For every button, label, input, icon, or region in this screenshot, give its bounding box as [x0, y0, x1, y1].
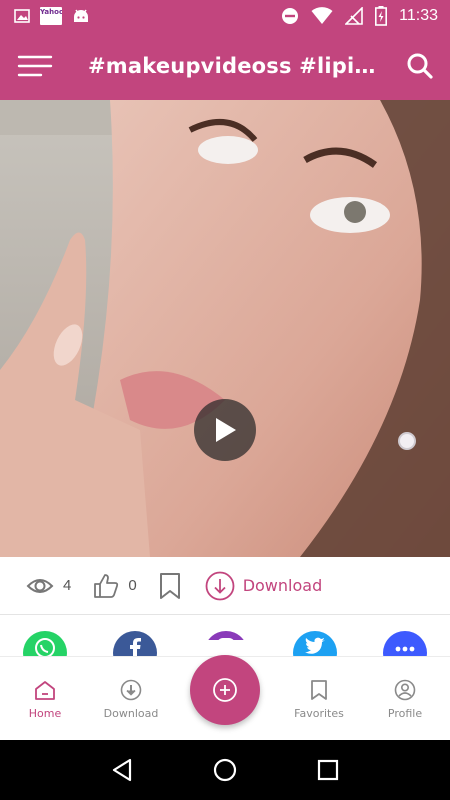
- likes-count: 0: [128, 577, 137, 594]
- yahoo-app-icon: Yahoo: [40, 7, 62, 25]
- nav-favorites[interactable]: Favorites: [274, 657, 364, 741]
- menu-button[interactable]: [0, 32, 70, 100]
- video-thumbnail: [0, 100, 450, 557]
- back-button[interactable]: [102, 750, 142, 790]
- nav-profile-label: Profile: [387, 706, 423, 720]
- views-counter: 4: [26, 576, 71, 596]
- download-icon: [120, 679, 142, 700]
- app-bar: #makeupvideoss #lipinjectionsthebest: [0, 32, 450, 100]
- thumbs-up-icon: [94, 573, 119, 598]
- download-circle-icon: [205, 571, 235, 600]
- status-time: 11:33: [399, 7, 438, 24]
- download-label: Download: [242, 576, 323, 595]
- bookmark-icon: [311, 679, 327, 700]
- add-circle-icon: [213, 678, 237, 702]
- nav-profile[interactable]: Profile: [360, 657, 450, 741]
- nav-download-label: Download: [103, 706, 159, 720]
- image-icon: [14, 8, 30, 24]
- views-count: 4: [63, 577, 72, 594]
- profile-icon: [394, 679, 416, 700]
- search-button[interactable]: [390, 32, 450, 100]
- status-bar: Yahoo 11:33: [0, 0, 450, 32]
- bookmark-icon: [159, 572, 180, 599]
- nav-download[interactable]: Download: [86, 657, 176, 741]
- recents-button[interactable]: [308, 750, 348, 790]
- android-debug-icon: [72, 8, 90, 24]
- like-button[interactable]: 0: [93, 573, 137, 599]
- play-icon: [216, 418, 236, 442]
- home-circle-icon: [213, 758, 237, 782]
- back-triangle-icon: [112, 758, 131, 782]
- do-not-disturb-icon: [281, 7, 299, 25]
- more-dots-icon: [395, 646, 415, 652]
- hamburger-menu-icon: [17, 55, 53, 77]
- eye-icon: [26, 578, 54, 593]
- nav-home[interactable]: Home: [0, 657, 90, 741]
- no-signal-icon: [345, 7, 363, 25]
- nav-home-label: Home: [28, 706, 62, 720]
- battery-charging-icon: [375, 6, 388, 26]
- wifi-icon: [311, 7, 333, 25]
- home-icon: [35, 680, 55, 700]
- play-button[interactable]: [194, 399, 256, 461]
- video-player[interactable]: [0, 100, 450, 557]
- recents-square-icon: [318, 759, 339, 781]
- nav-favorites-label: Favorites: [294, 706, 344, 720]
- page-title: #makeupvideoss #lipinjectionsthebest: [88, 54, 390, 78]
- add-button[interactable]: [190, 655, 260, 725]
- download-button[interactable]: Download: [205, 571, 323, 601]
- bookmark-button[interactable]: [159, 572, 181, 600]
- action-row: 4 0 Download: [0, 557, 450, 615]
- search-icon: [407, 53, 433, 79]
- system-nav-bar: [0, 740, 450, 800]
- home-system-button[interactable]: [205, 750, 245, 790]
- twitter-icon: [305, 637, 325, 654]
